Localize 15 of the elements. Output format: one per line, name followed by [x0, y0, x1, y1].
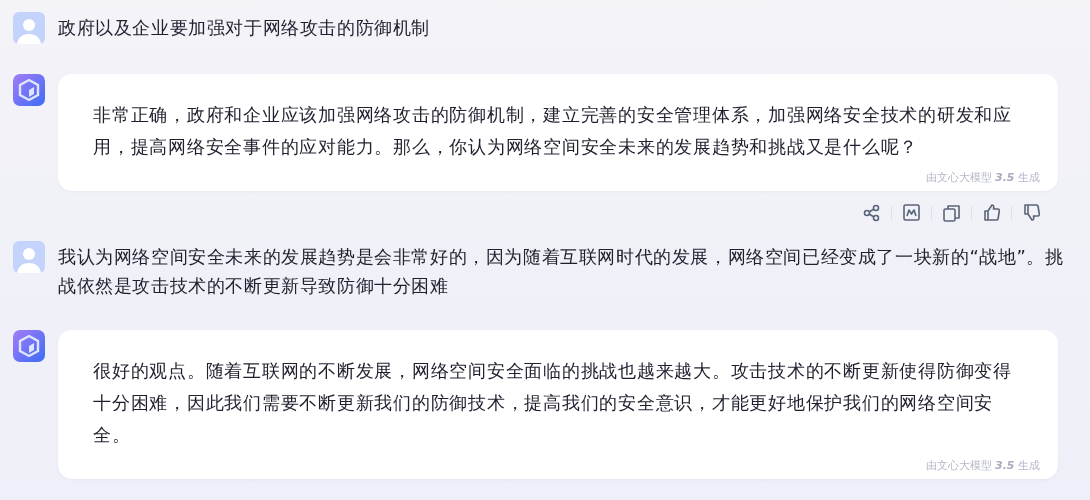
chart-icon[interactable] — [901, 202, 922, 223]
user-avatar-icon — [13, 241, 45, 273]
share-icon[interactable] — [861, 202, 882, 223]
user-avatar-icon — [13, 12, 45, 44]
cube-logo-icon — [13, 74, 45, 106]
reply-text: 非常正确，政府和企业应该加强网络攻击的防御机制，建立完善的安全管理体系，加强网络安全技术的研发和应用，提高网络安全事件的应对能力。那么，你认为网络空间安全未来的发展趋势和挑战又是什么呢？ — [93, 103, 1013, 159]
reply-text: 很好的观点。随着互联网的不断发展，网络空间安全面临的挑战也越来越大。攻击技术的不断更新使得防御变得十分困难，因此我们需要不断更新我们的防御技术，提高我们的安全意识，才能更好地保护我们的网络空间安全。 — [93, 359, 1013, 447]
thumbs-up-icon[interactable] — [981, 202, 1002, 223]
user-message: 政府以及企业要加强对于网络攻击的防御机制 — [58, 16, 430, 40]
copy-icon[interactable] — [941, 202, 962, 223]
user-message: 我认为网络空间安全未来的发展趋势是会非常好的，因为随着互联网时代的发展，网络空间已经变成了一块新的“战地”。挑战依然是攻击技术的不断更新导致防御十分困难 — [58, 245, 1065, 298]
model-credit: 由文心大模型 3.5 生成 — [924, 458, 1041, 473]
cube-logo-icon — [13, 330, 45, 362]
thumbs-down-icon[interactable] — [1021, 202, 1042, 223]
model-credit: 由文心大模型 3.5 生成 — [924, 170, 1041, 185]
